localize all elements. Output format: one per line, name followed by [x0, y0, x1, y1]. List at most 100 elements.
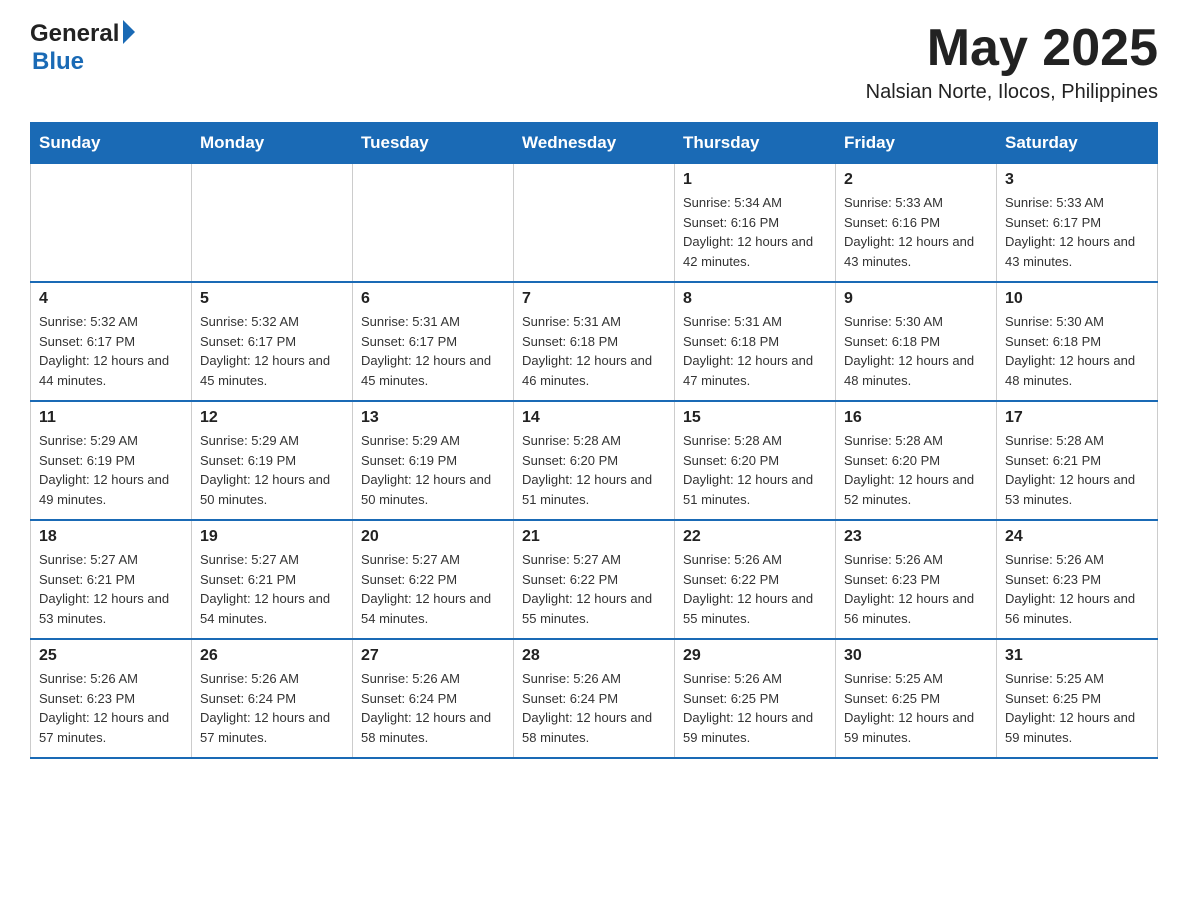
- calendar-cell: 4 Sunrise: 5:32 AM Sunset: 6:17 PM Daylig…: [31, 282, 192, 401]
- calendar-cell: 18Sunrise: 5:27 AM Sunset: 6:21 PM Dayli…: [31, 520, 192, 639]
- day-number: 3: [1005, 171, 1149, 189]
- day-info: Sunrise: 5:29 AM Sunset: 6:19 PM Dayligh…: [200, 431, 344, 509]
- day-number: 10: [1005, 290, 1149, 308]
- day-info: Sunrise: 5:32 AM Sunset: 6:17 PM Dayligh…: [39, 312, 183, 390]
- day-header-saturday: Saturday: [997, 123, 1158, 164]
- day-number: 8: [683, 290, 827, 308]
- calendar-cell: 14 Sunrise: 5:28 AM Sunset: 6:20 PM Dayli…: [514, 401, 675, 520]
- day-number: 19: [200, 528, 344, 546]
- day-number: 6: [361, 290, 505, 308]
- calendar-cell: 1Sunrise: 5:34 AM Sunset: 6:16 PM Daylig…: [675, 164, 836, 283]
- day-info: Sunrise: 5:34 AM Sunset: 6:16 PM Dayligh…: [683, 193, 827, 271]
- day-header-thursday: Thursday: [675, 123, 836, 164]
- day-number: 20: [361, 528, 505, 546]
- day-number: 15: [683, 409, 827, 427]
- day-number: 30: [844, 647, 988, 665]
- calendar-cell: 25 Sunrise: 5:26 AM Sunset: 6:23 PM Dayli…: [31, 639, 192, 758]
- logo-general-text: General: [30, 20, 119, 48]
- day-header-monday: Monday: [192, 123, 353, 164]
- calendar-cell: 23 Sunrise: 5:26 AM Sunset: 6:23 PM Dayli…: [836, 520, 997, 639]
- calendar-cell: 24 Sunrise: 5:26 AM Sunset: 6:23 PM Dayli…: [997, 520, 1158, 639]
- day-number: 23: [844, 528, 988, 546]
- day-number: 25: [39, 647, 183, 665]
- calendar-cell: 3 Sunrise: 5:33 AM Sunset: 6:17 PM Daylig…: [997, 164, 1158, 283]
- week-row-4: 18Sunrise: 5:27 AM Sunset: 6:21 PM Dayli…: [31, 520, 1158, 639]
- day-header-friday: Friday: [836, 123, 997, 164]
- calendar-cell: 6Sunrise: 5:31 AM Sunset: 6:17 PM Daylig…: [353, 282, 514, 401]
- day-number: 26: [200, 647, 344, 665]
- week-row-2: 4 Sunrise: 5:32 AM Sunset: 6:17 PM Daylig…: [31, 282, 1158, 401]
- location-title: Nalsian Norte, Ilocos, Philippines: [866, 81, 1158, 104]
- calendar-cell: 30Sunrise: 5:25 AM Sunset: 6:25 PM Dayli…: [836, 639, 997, 758]
- week-row-5: 25 Sunrise: 5:26 AM Sunset: 6:23 PM Dayli…: [31, 639, 1158, 758]
- day-header-sunday: Sunday: [31, 123, 192, 164]
- calendar-cell: 9 Sunrise: 5:30 AM Sunset: 6:18 PM Daylig…: [836, 282, 997, 401]
- calendar-cell: 31 Sunrise: 5:25 AM Sunset: 6:25 PM Dayli…: [997, 639, 1158, 758]
- day-number: 31: [1005, 647, 1149, 665]
- calendar-cell: 21 Sunrise: 5:27 AM Sunset: 6:22 PM Dayli…: [514, 520, 675, 639]
- calendar-cell: 20Sunrise: 5:27 AM Sunset: 6:22 PM Dayli…: [353, 520, 514, 639]
- day-number: 24: [1005, 528, 1149, 546]
- calendar-cell: [31, 164, 192, 283]
- day-info: Sunrise: 5:26 AM Sunset: 6:23 PM Dayligh…: [1005, 550, 1149, 628]
- day-number: 27: [361, 647, 505, 665]
- calendar-header: SundayMondayTuesdayWednesdayThursdayFrid…: [31, 123, 1158, 164]
- day-info: Sunrise: 5:27 AM Sunset: 6:22 PM Dayligh…: [522, 550, 666, 628]
- month-title: May 2025: [866, 20, 1158, 77]
- day-number: 14: [522, 409, 666, 427]
- calendar-cell: 27 Sunrise: 5:26 AM Sunset: 6:24 PM Dayli…: [353, 639, 514, 758]
- day-info: Sunrise: 5:30 AM Sunset: 6:18 PM Dayligh…: [844, 312, 988, 390]
- calendar-cell: 16 Sunrise: 5:28 AM Sunset: 6:20 PM Dayli…: [836, 401, 997, 520]
- calendar-cell: 19 Sunrise: 5:27 AM Sunset: 6:21 PM Dayli…: [192, 520, 353, 639]
- day-info: Sunrise: 5:28 AM Sunset: 6:20 PM Dayligh…: [522, 431, 666, 509]
- day-number: 11: [39, 409, 183, 427]
- day-info: Sunrise: 5:26 AM Sunset: 6:25 PM Dayligh…: [683, 669, 827, 747]
- day-info: Sunrise: 5:28 AM Sunset: 6:21 PM Dayligh…: [1005, 431, 1149, 509]
- calendar-cell: 12 Sunrise: 5:29 AM Sunset: 6:19 PM Dayli…: [192, 401, 353, 520]
- day-info: Sunrise: 5:29 AM Sunset: 6:19 PM Dayligh…: [361, 431, 505, 509]
- day-info: Sunrise: 5:27 AM Sunset: 6:21 PM Dayligh…: [39, 550, 183, 628]
- day-info: Sunrise: 5:25 AM Sunset: 6:25 PM Dayligh…: [1005, 669, 1149, 747]
- calendar-table: SundayMondayTuesdayWednesdayThursdayFrid…: [30, 122, 1158, 759]
- day-info: Sunrise: 5:32 AM Sunset: 6:17 PM Dayligh…: [200, 312, 344, 390]
- day-info: Sunrise: 5:26 AM Sunset: 6:24 PM Dayligh…: [361, 669, 505, 747]
- logo: General Blue: [30, 20, 135, 76]
- calendar-cell: 22Sunrise: 5:26 AM Sunset: 6:22 PM Dayli…: [675, 520, 836, 639]
- day-number: 28: [522, 647, 666, 665]
- page-header: General Blue May 2025 Nalsian Norte, Ilo…: [30, 20, 1158, 104]
- day-info: Sunrise: 5:26 AM Sunset: 6:23 PM Dayligh…: [844, 550, 988, 628]
- calendar-cell: 7 Sunrise: 5:31 AM Sunset: 6:18 PM Daylig…: [514, 282, 675, 401]
- calendar-cell: 11Sunrise: 5:29 AM Sunset: 6:19 PM Dayli…: [31, 401, 192, 520]
- day-info: Sunrise: 5:33 AM Sunset: 6:16 PM Dayligh…: [844, 193, 988, 271]
- day-info: Sunrise: 5:31 AM Sunset: 6:18 PM Dayligh…: [683, 312, 827, 390]
- logo-triangle-icon: [123, 20, 135, 44]
- day-info: Sunrise: 5:28 AM Sunset: 6:20 PM Dayligh…: [844, 431, 988, 509]
- title-block: May 2025 Nalsian Norte, Ilocos, Philippi…: [866, 20, 1158, 104]
- day-number: 7: [522, 290, 666, 308]
- day-number: 4: [39, 290, 183, 308]
- logo-blue-text: Blue: [32, 48, 84, 76]
- day-header-tuesday: Tuesday: [353, 123, 514, 164]
- day-number: 12: [200, 409, 344, 427]
- day-info: Sunrise: 5:27 AM Sunset: 6:21 PM Dayligh…: [200, 550, 344, 628]
- day-number: 9: [844, 290, 988, 308]
- day-number: 21: [522, 528, 666, 546]
- day-number: 16: [844, 409, 988, 427]
- calendar-cell: 28 Sunrise: 5:26 AM Sunset: 6:24 PM Dayli…: [514, 639, 675, 758]
- day-info: Sunrise: 5:30 AM Sunset: 6:18 PM Dayligh…: [1005, 312, 1149, 390]
- day-info: Sunrise: 5:33 AM Sunset: 6:17 PM Dayligh…: [1005, 193, 1149, 271]
- day-info: Sunrise: 5:26 AM Sunset: 6:24 PM Dayligh…: [522, 669, 666, 747]
- week-row-3: 11 Sunrise: 5:29 AM Sunset: 6:19 PM Dayli…: [31, 401, 1158, 520]
- calendar-cell: 8 Sunrise: 5:31 AM Sunset: 6:18 PM Daylig…: [675, 282, 836, 401]
- calendar-cell: 15Sunrise: 5:28 AM Sunset: 6:20 PM Dayli…: [675, 401, 836, 520]
- week-row-1: 1Sunrise: 5:34 AM Sunset: 6:16 PM Daylig…: [31, 164, 1158, 283]
- calendar-body: 1Sunrise: 5:34 AM Sunset: 6:16 PM Daylig…: [31, 164, 1158, 759]
- day-info: Sunrise: 5:26 AM Sunset: 6:23 PM Dayligh…: [39, 669, 183, 747]
- day-number: 5: [200, 290, 344, 308]
- day-header-row: SundayMondayTuesdayWednesdayThursdayFrid…: [31, 123, 1158, 164]
- calendar-cell: 10 Sunrise: 5:30 AM Sunset: 6:18 PM Dayli…: [997, 282, 1158, 401]
- day-info: Sunrise: 5:31 AM Sunset: 6:18 PM Dayligh…: [522, 312, 666, 390]
- calendar-cell: 26Sunrise: 5:26 AM Sunset: 6:24 PM Dayli…: [192, 639, 353, 758]
- day-number: 17: [1005, 409, 1149, 427]
- day-info: Sunrise: 5:26 AM Sunset: 6:22 PM Dayligh…: [683, 550, 827, 628]
